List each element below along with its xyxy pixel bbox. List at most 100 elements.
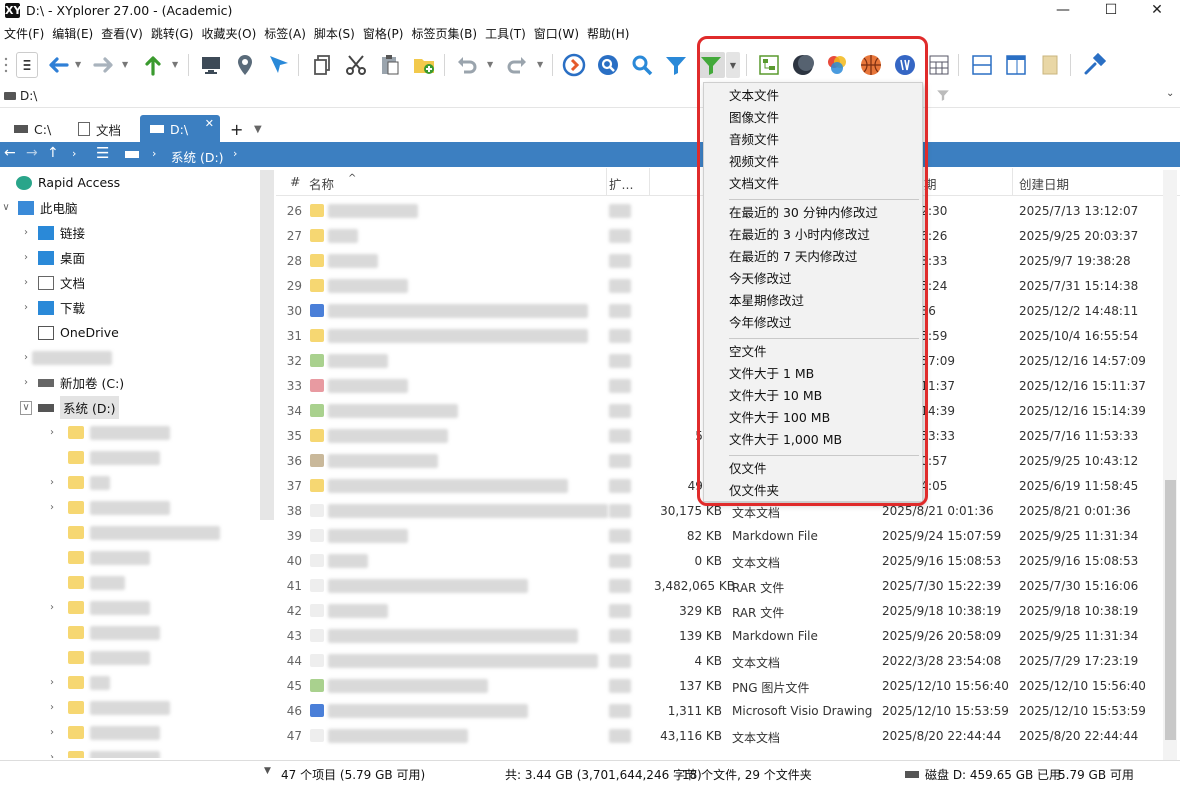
column-header-extension[interactable]: 扩... [609,174,633,193]
menu-file[interactable]: 文件(F) [0,24,48,44]
chevron-right-icon[interactable]: › [20,227,32,238]
table-row[interactable]: 42 329 KB RAR 文件 2025/9/18 10:38:19 2025/9/1… [276,598,1166,623]
paste-icon[interactable] [376,52,404,78]
quick-search-icon[interactable] [628,52,656,78]
table-row[interactable]: 40 0 KB 文本文档 2025/9/16 15:08:53 2025/9/16 15… [276,548,1166,573]
chevron-right-icon[interactable]: › [20,302,32,313]
menu-edit[interactable]: 编辑(E) [48,24,97,44]
menu-tools[interactable]: 工具(T) [481,24,530,44]
menu-tags[interactable]: 标签(A) [260,24,310,44]
tree-folder[interactable]: › [46,595,150,620]
chevron-down-icon[interactable]: ▼ [264,766,271,776]
table-row[interactable]: 43 139 KB Markdown File 2025/9/26 20:58:09 2… [276,623,1166,648]
tree-item-drive-c[interactable]: › 新加卷 (C:) [20,370,124,395]
chevron-right-icon[interactable]: › [20,277,32,288]
chevron-right-icon[interactable]: › [46,727,58,738]
tree-item-drive-d[interactable]: ∨ 系统 (D:) [20,395,119,420]
minimize-button[interactable]: — [1040,0,1086,22]
chevron-down-icon[interactable]: ▼ [487,60,493,69]
tree-folder[interactable] [58,645,150,670]
tree-folder[interactable]: › [46,720,160,745]
column-header-created[interactable]: 创建日期 [1019,174,1069,193]
pointer-icon[interactable] [265,52,293,78]
table-row[interactable]: 46 1,311 KB Microsoft Visio Drawing 2025/12… [276,698,1166,723]
filter-icon[interactable] [936,88,950,105]
go-to-icon[interactable] [560,52,588,78]
tree-folder[interactable]: › [46,745,160,758]
chevron-right-icon[interactable]: › [152,147,156,160]
table-row[interactable]: 39 82 KB Markdown File 2025/9/24 15:07:59 20… [276,523,1166,548]
menu-view[interactable]: 查看(V) [97,24,147,44]
chevron-right-icon[interactable]: › [20,352,32,363]
tree-scrollbar[interactable] [260,170,274,520]
forward-arrow-icon[interactable] [90,52,118,78]
new-folder-icon[interactable] [410,52,438,78]
chevron-right-icon[interactable]: › [20,252,32,263]
cut-icon[interactable] [342,52,370,78]
column-header-number[interactable]: # [290,174,300,189]
up-arrow-icon[interactable]: ↑ [47,145,59,161]
undo-icon[interactable] [453,52,481,78]
chevron-right-icon[interactable]: › [72,147,76,160]
menu-favorites[interactable]: 收藏夹(O) [197,24,260,44]
chevron-down-icon[interactable]: ∨ [20,400,32,415]
tree-folder[interactable] [58,520,220,545]
tree-folder[interactable] [58,545,150,570]
chevron-right-icon[interactable]: › [46,702,58,713]
chevron-down-icon[interactable]: ∨ [0,202,12,213]
column-header-name[interactable]: 名称 [309,174,334,193]
chevron-right-icon[interactable]: › [46,427,58,438]
preview-pane-icon[interactable] [1002,52,1030,78]
tree-folder[interactable] [58,620,160,645]
up-arrow-icon[interactable] [139,52,167,78]
back-arrow-icon[interactable] [44,52,72,78]
menu-panes[interactable]: 窗格(P) [359,24,408,44]
chevron-right-icon[interactable]: › [46,602,58,613]
menu-go[interactable]: 跳转(G) [147,24,198,44]
chevron-right-icon[interactable]: › [46,502,58,513]
chevron-right-icon[interactable]: › [233,147,237,160]
tree-item-downloads[interactable]: › 下载 [20,295,85,320]
close-tab-icon[interactable]: ✕ [205,117,214,130]
tree-item-links[interactable]: › 链接 [20,220,85,245]
table-row[interactable]: 47 43,116 KB 文本文档 2025/8/20 22:44:44 2025/8/… [276,723,1166,748]
tree-folder[interactable]: › [46,470,110,495]
table-row[interactable]: 44 4 KB 文本文档 2022/3/28 23:54:08 2025/7/29 17… [276,648,1166,673]
chevron-right-icon[interactable]: › [20,377,32,388]
horizontal-panes-icon[interactable] [968,52,996,78]
chevron-down-icon[interactable]: ▼ [244,115,272,143]
back-arrow-icon[interactable]: ← [4,145,16,161]
chevron-right-icon[interactable]: › [46,477,58,488]
tree-folder[interactable] [58,445,160,470]
tree-item-this-pc[interactable]: ∨ 此电脑 [0,195,78,220]
list-scrollbar-thumb[interactable] [1165,480,1176,740]
chevron-down-icon[interactable]: ▼ [172,60,178,69]
address-bar[interactable]: D:\ ⌄ [0,86,1180,108]
chevron-down-icon[interactable]: ▼ [75,60,81,69]
tree-folder[interactable]: › [46,695,170,720]
chevron-right-icon[interactable]: › [46,752,58,758]
tree-item-blurred[interactable]: › [20,345,112,370]
chevron-down-icon[interactable]: ▼ [122,60,128,69]
search-icon[interactable] [594,52,622,78]
menu-scripting[interactable]: 脚本(S) [310,24,359,44]
menu-tabsets[interactable]: 标签页集(B) [407,24,481,44]
chevron-right-icon[interactable]: › [46,677,58,688]
maximize-button[interactable]: ☐ [1088,0,1134,22]
computer-icon[interactable] [197,52,225,78]
forward-arrow-icon[interactable]: → [26,145,38,161]
tab-d-drive[interactable]: D:\ ✕ [140,115,220,143]
calculator-icon[interactable] [925,52,953,78]
filter-icon[interactable] [662,52,690,78]
breadcrumb-drive[interactable]: 系统 (D:) [171,147,224,166]
tree-folder[interactable]: › [46,495,170,520]
tab-c-drive[interactable]: C:\ [4,115,61,143]
tree-item-documents[interactable]: › 文档 [20,270,85,295]
table-row[interactable]: 45 137 KB PNG 图片文件 2025/12/10 15:56:40 2025/… [276,673,1166,698]
tab-documents[interactable]: 文档 [68,115,131,143]
tools-icon[interactable] [1080,52,1108,78]
tree-folder[interactable]: › [46,670,110,695]
chevron-down-icon[interactable]: ⌄ [1166,88,1174,99]
menu-window[interactable]: 窗口(W) [530,24,583,44]
tree-item-onedrive[interactable]: OneDrive [32,320,119,345]
